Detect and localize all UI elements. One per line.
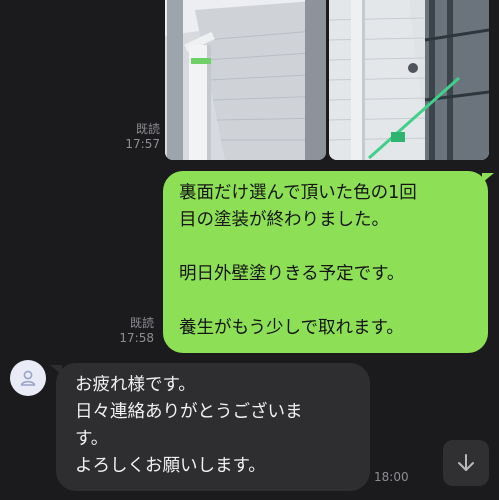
received-message-bubble[interactable]: お疲れ様です。 日々連絡ありがとうございま す。 よろしくお願いします。	[50, 363, 370, 491]
avatar[interactable]	[10, 360, 46, 396]
sent-photo-2[interactable]	[329, 0, 489, 160]
person-icon	[20, 370, 36, 386]
read-status: 既読	[129, 316, 154, 330]
read-status: 既読	[135, 122, 160, 136]
arrow-down-icon	[458, 454, 474, 471]
text-message-meta: 既読 17:58	[106, 316, 154, 346]
received-message-text: お疲れ様です。 日々連絡ありがとうございま す。 よろしくお願いします。	[75, 375, 303, 476]
photo-wall-downpipe	[165, 0, 326, 160]
timestamp: 17:58	[119, 331, 154, 345]
sent-message-text: 裏面だけ選んで頂いた色の1回 目の塗装が終わりました。 明日外壁塗りきる予定です…	[179, 183, 417, 338]
sent-photo-1[interactable]	[165, 0, 326, 160]
photo-wall-scaffold	[329, 0, 489, 160]
timestamp: 17:57	[125, 137, 160, 151]
sent-message-bubble[interactable]: 裏面だけ選んで頂いた色の1回 目の塗装が終わりました。 明日外壁塗りきる予定です…	[163, 171, 494, 353]
received-timestamp: 18:00	[374, 470, 409, 484]
scroll-to-bottom-button[interactable]	[443, 440, 489, 486]
photo-message-meta: 既読 17:57	[112, 122, 160, 152]
